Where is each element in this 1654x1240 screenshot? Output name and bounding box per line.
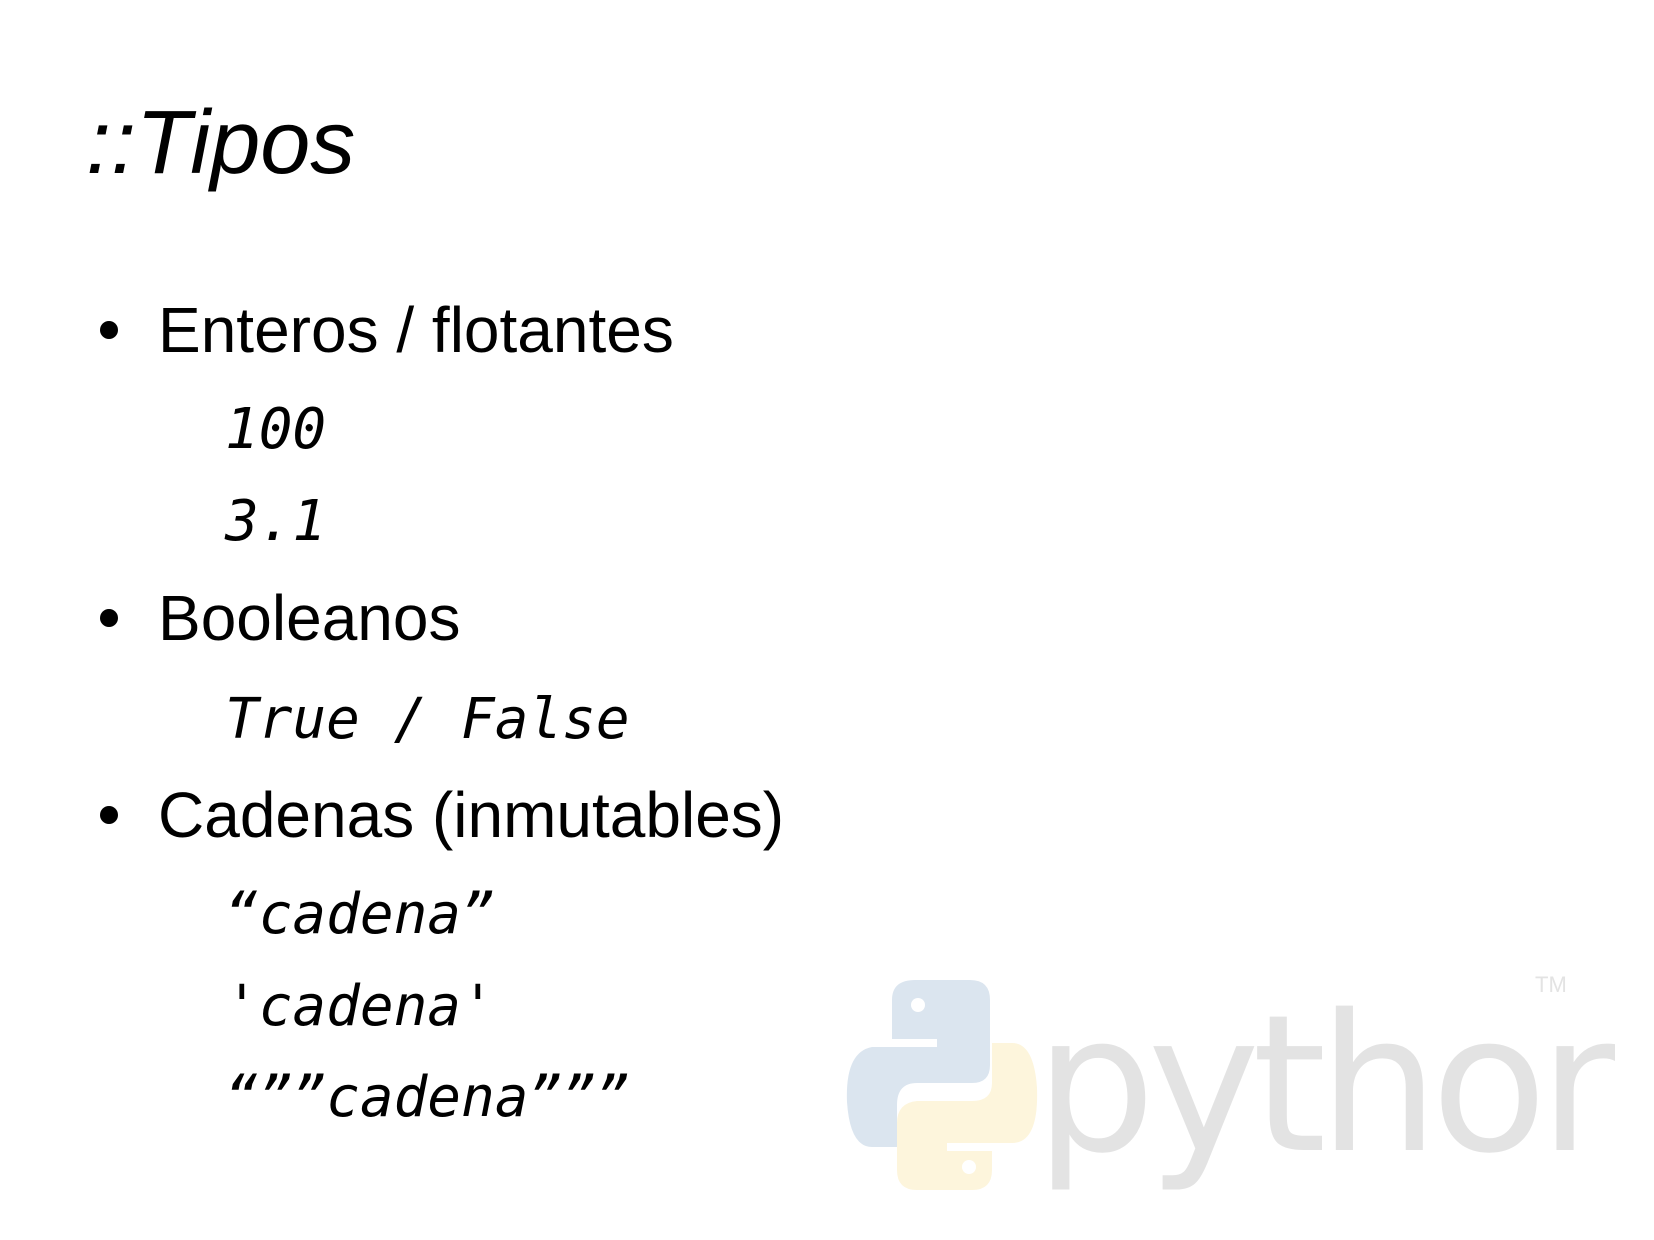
bullet-item: Cadenas (inmutables) <box>100 783 784 847</box>
code-example: True / False <box>225 687 630 752</box>
code-example: 'cadena' <box>225 974 495 1039</box>
python-snake-icon <box>846 980 1038 1190</box>
bullet-label: Cadenas (inmutables) <box>158 779 785 851</box>
code-example: “cadena” <box>225 882 495 947</box>
bullet-label: Enteros / flotantes <box>158 294 674 366</box>
code-example: 100 <box>225 397 327 462</box>
bullet-item: Enteros / flotantes <box>100 298 674 362</box>
slide-title: ::Tipos <box>86 93 356 193</box>
bullet-icon <box>100 806 118 824</box>
code-example: “””cadena””” <box>225 1065 630 1130</box>
trademark-mark: TM <box>1535 972 1567 997</box>
bullet-label: Booleanos <box>158 582 461 654</box>
bullet-icon <box>100 609 118 627</box>
bullet-item: Booleanos <box>100 586 460 650</box>
code-example: 3.1 <box>225 489 327 554</box>
bullet-icon <box>100 321 118 339</box>
python-logo: python TM <box>846 972 1615 1195</box>
python-wordmark: python <box>1035 974 1615 1195</box>
